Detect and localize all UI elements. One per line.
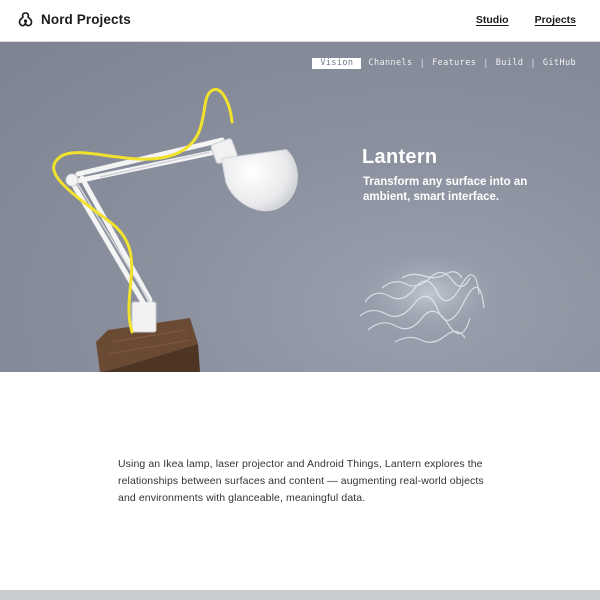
site-header: Nord Projects Studio Projects (0, 0, 600, 42)
brand-name[interactable]: Nord Projects (41, 12, 131, 27)
projection-glow (345, 244, 515, 344)
intro-paragraph: Using an Ikea lamp, laser projector and … (118, 458, 484, 504)
hero-section: Vision Channels | Features | Build | Git… (0, 42, 600, 372)
lamp-clamp (131, 301, 157, 333)
brand[interactable]: Nord Projects (17, 11, 131, 28)
lamp-joint (65, 173, 79, 187)
nav-link-projects[interactable]: Projects (535, 14, 576, 26)
lamp-photo (52, 88, 515, 372)
section-subnav: Vision Channels | Features | Build | Git… (312, 58, 583, 69)
nav-link-studio[interactable]: Studio (476, 14, 509, 26)
yellow-cable (52, 88, 234, 334)
main-nav: Studio Projects (476, 14, 576, 26)
lamp-spring (73, 177, 151, 303)
subnav-features[interactable]: Features (425, 58, 483, 69)
subnav-build[interactable]: Build (489, 58, 531, 69)
lamp-head (210, 138, 298, 212)
nord-projects-logo-icon (17, 11, 34, 28)
subnav-vision[interactable]: Vision (312, 58, 362, 69)
subnav-channels[interactable]: Channels (361, 58, 419, 69)
next-section-edge (0, 590, 600, 600)
hero-subtitle: Transform any surface into an ambient, s… (363, 176, 528, 203)
subnav-github[interactable]: GitHub (536, 58, 583, 69)
hero-title: Lantern (362, 146, 438, 168)
lamp-arms (69, 137, 228, 307)
